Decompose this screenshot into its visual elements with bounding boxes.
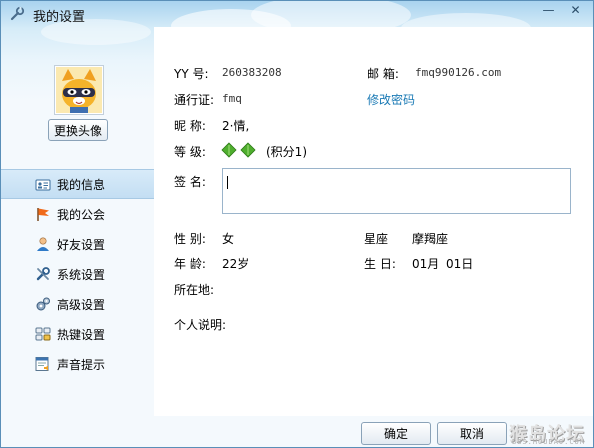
dialog-footer: 确定 取消 猴岛论坛 BBS.HOUDAO.COM xyxy=(1,416,593,447)
yy-number-label: YY 号: xyxy=(174,67,209,81)
birthday-month: 01月 xyxy=(412,257,440,271)
sidebar-item-label: 高级设置 xyxy=(57,297,106,312)
sidebar-item-label: 系统设置 xyxy=(57,267,106,282)
level-label: 等 级: xyxy=(174,145,206,159)
sidebar-nav: 我的信息 我的公会 好友设置 系统设置 高级设置 热键设置 声音提示 xyxy=(1,169,154,379)
signature-input[interactable] xyxy=(222,168,571,214)
sidebar-item-friend-settings[interactable]: 好友设置 xyxy=(1,229,154,259)
settings-window: 我的设置 — ✕ 更换头像 我的信息 我的公会 好友设置 系统设置 高级设置 热… xyxy=(0,0,594,448)
gender-value: 女 xyxy=(222,232,235,246)
sidebar: 更换头像 我的信息 我的公会 好友设置 系统设置 高级设置 热键设置 声音提示 xyxy=(1,27,154,447)
title-bar[interactable]: 我的设置 — ✕ xyxy=(1,1,593,27)
birthday-label: 生 日: xyxy=(364,257,396,271)
age-value: 22岁 xyxy=(222,257,250,271)
gears-icon xyxy=(35,296,51,312)
zodiac-value: 摩羯座 xyxy=(412,232,449,246)
window-controls: — ✕ xyxy=(535,1,589,21)
sidebar-item-my-guild[interactable]: 我的公会 xyxy=(1,199,154,229)
flag-icon xyxy=(35,206,51,222)
sidebar-item-label: 我的信息 xyxy=(57,177,106,192)
wrench-icon xyxy=(9,6,25,22)
email-value: fmq990126.com xyxy=(415,66,502,79)
passport-value: fmq xyxy=(222,92,242,105)
location-label: 所在地: xyxy=(174,283,215,297)
profile-panel: YY 号: 260383208 邮 箱: fmq990126.com 通行证: … xyxy=(154,27,593,416)
bio-label: 个人说明: xyxy=(174,318,227,332)
passport-label: 通行证: xyxy=(174,93,215,107)
sidebar-item-label: 声音提示 xyxy=(57,357,106,372)
nickname-label: 昵 称: xyxy=(174,119,206,133)
level-points: (积分1) xyxy=(266,145,307,159)
sidebar-item-my-info[interactable]: 我的信息 xyxy=(1,169,154,199)
cancel-button[interactable]: 取消 xyxy=(437,422,507,445)
sidebar-item-label: 好友设置 xyxy=(57,237,106,252)
change-avatar-button[interactable]: 更换头像 xyxy=(48,119,108,141)
sidebar-item-system-settings[interactable]: 系统设置 xyxy=(1,259,154,289)
ok-button[interactable]: 确定 xyxy=(361,422,431,445)
sidebar-item-sound-alerts[interactable]: 声音提示 xyxy=(1,349,154,379)
sidebar-item-advanced-settings[interactable]: 高级设置 xyxy=(1,289,154,319)
nickname-value: 2·情, xyxy=(222,119,250,133)
window-title: 我的设置 xyxy=(33,10,86,25)
raccoon-avatar-icon xyxy=(56,67,102,113)
wrench-icon xyxy=(35,266,51,282)
level-badges xyxy=(221,142,257,161)
sidebar-item-label: 我的公会 xyxy=(57,207,106,222)
speaker-doc-icon xyxy=(35,356,51,372)
email-label: 邮 箱: xyxy=(367,67,399,81)
level-leaf-icon xyxy=(221,142,256,158)
age-label: 年 龄: xyxy=(174,257,206,271)
minimize-button[interactable]: — xyxy=(535,1,562,19)
card-icon xyxy=(35,177,51,193)
watermark-url: BBS.HOUDAO.COM xyxy=(511,438,585,446)
person-icon xyxy=(35,236,51,252)
birthday-day: 01日 xyxy=(446,257,474,271)
avatar xyxy=(54,65,104,115)
yy-number-value: 260383208 xyxy=(222,66,282,79)
change-password-link[interactable]: 修改密码 xyxy=(367,91,415,108)
sidebar-item-hotkey-settings[interactable]: 热键设置 xyxy=(1,319,154,349)
gender-label: 性 别: xyxy=(174,232,206,246)
signature-label: 签 名: xyxy=(174,175,206,189)
zodiac-label: 星座 xyxy=(364,232,389,246)
text-caret xyxy=(227,176,228,189)
keyboard-icon xyxy=(35,326,51,342)
sidebar-item-label: 热键设置 xyxy=(57,327,106,342)
close-button[interactable]: ✕ xyxy=(562,1,589,19)
